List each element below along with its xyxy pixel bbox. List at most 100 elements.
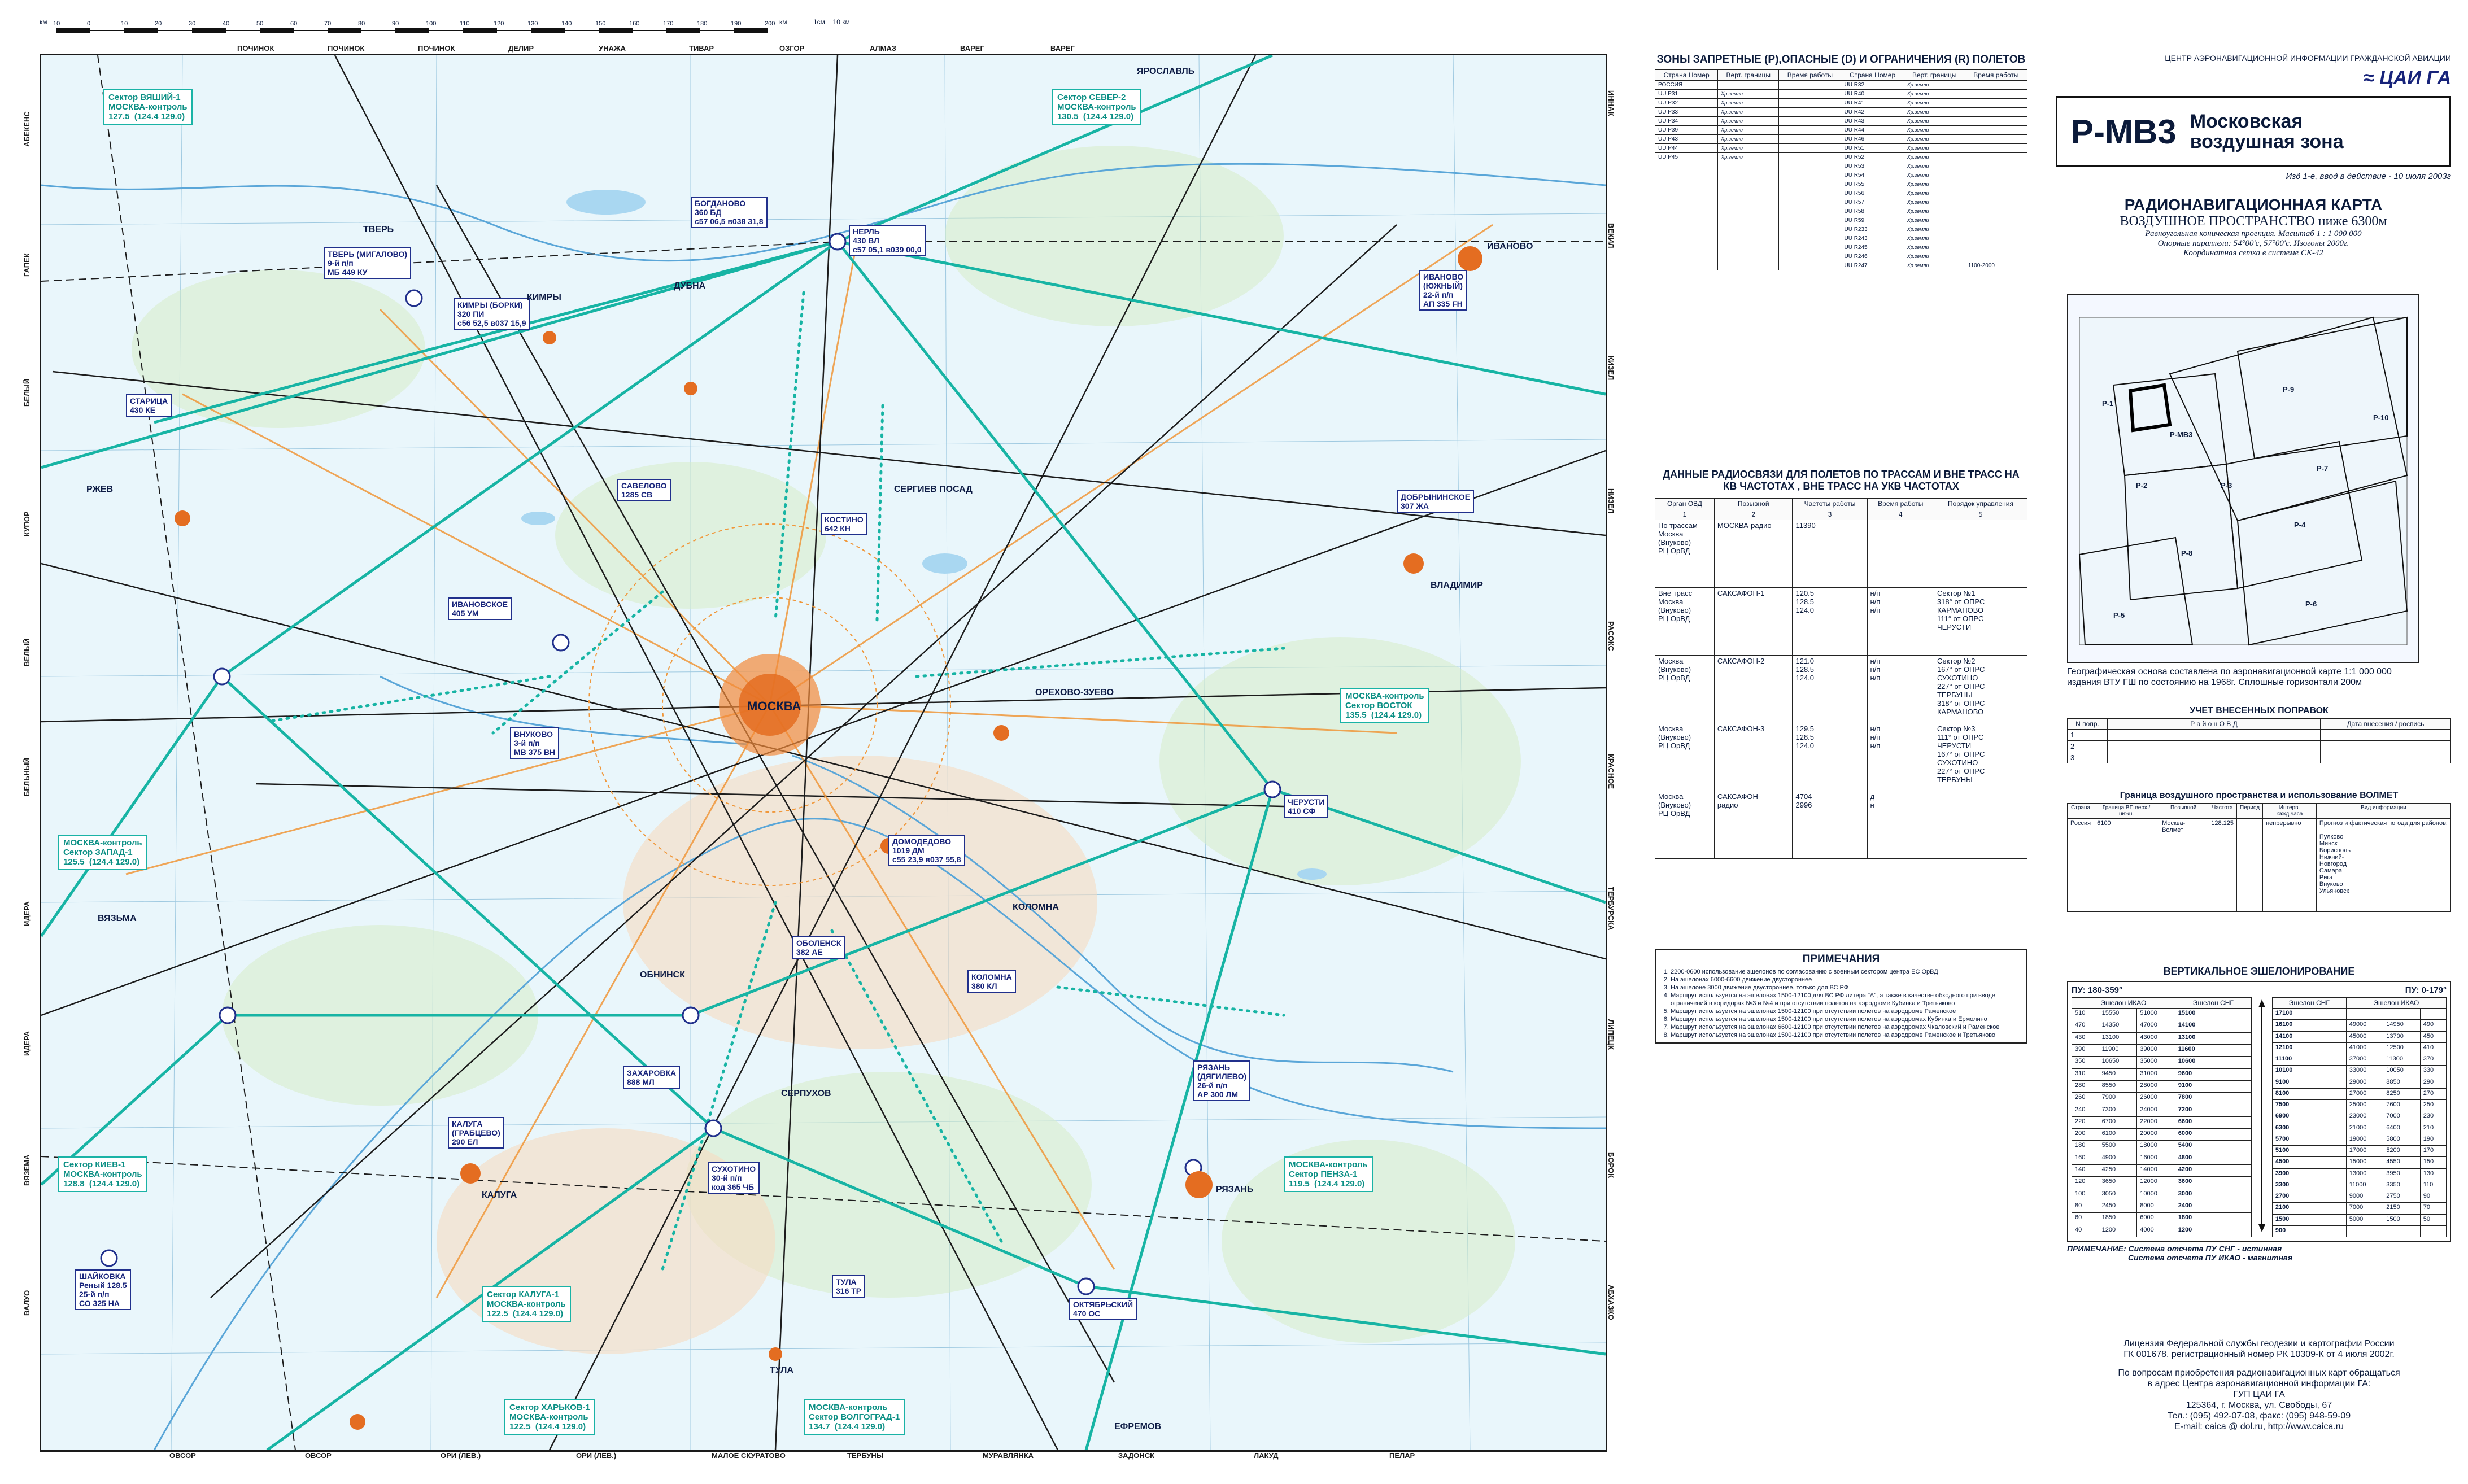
zone-time xyxy=(1778,261,1842,270)
zone-time xyxy=(1964,89,2028,99)
level-cell: 900 xyxy=(2271,1225,2347,1238)
radio-col-number: 5 xyxy=(1933,509,2028,520)
org-email[interactable]: E-mail: caica @ dol.ru, http://www.caica… xyxy=(2067,1421,2451,1432)
edge-label: БЕЛЫЙ xyxy=(23,378,31,407)
level-cell: 430 xyxy=(2072,1032,2099,1045)
navaid-label-nerl[interactable]: НЕРЛЬ 430 ВЛ с57 05,1 в039 00,0 xyxy=(849,225,926,256)
note-item: На эшелонах 6000-6600 движение двусторон… xyxy=(1671,976,2023,984)
radio-header: Порядок управления xyxy=(1933,498,2028,509)
level-row: 180 5500 18000 5400 xyxy=(2072,1140,2252,1153)
level-cell: 6700 xyxy=(2098,1116,2138,1129)
level-row: 900 xyxy=(2271,1225,2447,1238)
level-cell: 35000 xyxy=(2136,1056,2175,1069)
freq-box-moskva-kiev[interactable]: Сектор КИЕВ-1 МОСКВА-контроль 128.8 (124… xyxy=(58,1156,147,1192)
freq-box-moskva-north[interactable]: Сектор СЕВЕР-2 МОСКВА-контроль 130.5 (12… xyxy=(1052,89,1141,125)
scale-tick-label: 130 xyxy=(527,20,538,27)
zones-row: UU P34 Хр.земли UU R43 Хр.земли xyxy=(1654,116,2028,126)
freq-box-moskva-south[interactable]: МОСКВА-контроль Сектор ПЕНЗА-1 119.5 (12… xyxy=(1284,1156,1373,1192)
navaid-label-kaluga[interactable]: КАЛУГА (ГРАБЦЕВО) 290 ЕЛ xyxy=(448,1117,504,1149)
navaid-label-obolensk[interactable]: ОБОЛЕНСК 382 АЕ xyxy=(792,936,845,959)
edge-label: ТЕРБУРСКА xyxy=(1607,887,1615,931)
geo-basis-note: Географическая основа составлена по аэро… xyxy=(2067,667,2392,687)
navaid-label-savelovo[interactable]: САВЕЛОВО 1285 СВ xyxy=(617,479,671,501)
level-cell: 5500 xyxy=(2098,1140,2138,1153)
freq-box-moskva-kharkov[interactable]: Сектор ХАРЬКОВ-1 МОСКВА-контроль 122.5 (… xyxy=(504,1399,595,1435)
edge-label: КРАСНОЕ xyxy=(1607,754,1615,789)
navaid-label-tula[interactable]: ТУЛА 316 ТР xyxy=(832,1275,866,1298)
radio-cell-order: Сектор №2 167° от ОПРС СУХОТИНО 227° от … xyxy=(1933,655,2028,723)
navaid-label-staritsa[interactable]: СТАРИЦА 430 КЕ xyxy=(126,394,172,417)
zone-id xyxy=(1654,189,1719,198)
level-cell: 31000 xyxy=(2136,1068,2175,1081)
chart-title-5: Координатная сетка в системе СК-42 xyxy=(2183,248,2323,257)
level-row: 60 1850 6000 1800 xyxy=(2072,1212,2252,1225)
zones-row: РОССИЯ UU R32 Хр.земли xyxy=(1654,80,2028,90)
navaid-label-dobryninskoe[interactable]: ДОБРЫНИНСКОЕ 307 ЖА xyxy=(1397,490,1475,513)
radio-cell-freq: 120.5 128.5 124.0 xyxy=(1792,587,1868,656)
level-row: 200 6100 20000 6000 xyxy=(2072,1128,2252,1141)
freq-box-moskva-volgograd[interactable]: МОСКВА-контроль Сектор ВОЛГОГРАД-1 134.7… xyxy=(804,1399,905,1435)
edge-label: НИЗЕЛ xyxy=(1607,488,1615,514)
navaid-label-shaikovka[interactable]: ШАЙКОВКА Реный 128.5 25-й п/п СО 325 НА xyxy=(75,1269,131,1310)
radionav-map[interactable]: БОГДАНОВО 360 БД с57 06,5 в038 31,8 НЕРЛ… xyxy=(40,54,1607,1452)
license-line-1: Лицензия Федеральной службы геодезии и к… xyxy=(2123,1339,2395,1348)
index-map[interactable]: Р-1 Р-9 Р-МВ3 Р-2 Р-3 Р-4 Р-7 Р-8 Р-5 Р-… xyxy=(2067,294,2419,663)
level-cell: 20000 xyxy=(2136,1128,2175,1141)
levels-title: ВЕРТИКАЛЬНОЕ ЭШЕЛОНИРОВАНИЕ xyxy=(2163,966,2355,977)
navaid-label-ivanovo[interactable]: ИВАНОВО (ЮЖНЫЙ) 22-й п/п АП 335 FH xyxy=(1419,270,1468,311)
zone-id xyxy=(1654,180,1719,189)
edge-label: ВЯЗЕМА xyxy=(23,1154,31,1186)
radio-row: По трассам Москва (Внуково) РЦ ОрВД МОСКВ… xyxy=(1655,520,2028,588)
zone-time xyxy=(1964,116,2028,126)
level-row: 100 3050 10000 3000 xyxy=(2072,1188,2252,1202)
level-cell: 6000 xyxy=(2136,1212,2175,1225)
zone-id: UU R246 xyxy=(1841,252,1904,261)
navaid-label-vnukovo[interactable]: ВНУКОВО 3-й п/п МВ 375 ВН xyxy=(510,727,560,759)
level-cell: 110 xyxy=(2419,1179,2447,1192)
zones-header: Время работы xyxy=(1778,69,1842,81)
zone-limit: Хр.земли xyxy=(1717,143,1780,153)
navaid-label-kolomna[interactable]: КОЛОМНА 380 КЛ xyxy=(967,970,1016,993)
level-cell xyxy=(2345,1007,2384,1020)
navaid-label-ivanovskoe[interactable]: ИВАНОВСКОЕ 405 УМ xyxy=(448,597,512,620)
navaid-label-boldanovo[interactable]: БОГДАНОВО 360 БД с57 06,5 в038 31,8 xyxy=(691,197,768,228)
navaid-label-domodedovo[interactable]: ДОМОДЕДОВО 1019 ДМ с55 23,9 в037 55,8 xyxy=(888,835,965,866)
navaid-label-sukhotino[interactable]: СУХОТИНО 30-й п/п код 365 ЧБ xyxy=(708,1162,760,1194)
level-row: 6900 23000 7000 230 xyxy=(2271,1111,2447,1123)
level-cell: 12000 xyxy=(2136,1176,2175,1189)
zone-limit: Хр.земли xyxy=(1903,107,1965,117)
zone-limit: Хр.земли xyxy=(1903,180,1965,189)
amendments-section: УЧЕТ ВНЕСЕННЫХ ПОПРАВОК N попр. Р а й о н… xyxy=(2067,706,2451,763)
levels-section: ВЕРТИКАЛЬНОЕ ЭШЕЛОНИРОВАНИЕ ПУ: 180-359°… xyxy=(2067,966,2451,1262)
freq-box-moskva-east[interactable]: МОСКВА-контроль Сектор ВОСТОК 135.5 (124… xyxy=(1340,688,1429,723)
navaid-label-cherusti[interactable]: ЧЕРУСТИ 410 СФ xyxy=(1284,795,1329,818)
level-row: 140 4250 14000 4200 xyxy=(2072,1164,2252,1177)
city-label: КОЛОМНА xyxy=(1013,902,1059,912)
level-cell: 13100 xyxy=(2098,1032,2138,1045)
navaid-label-zakharovka[interactable]: ЗАХАРОВКА 888 МЛ xyxy=(623,1066,681,1089)
navaid-label-kimry[interactable]: КИМРЫ (БОРКИ) 320 ПИ с56 52,5 в037 15,9 xyxy=(454,298,530,330)
freq-box-moskva-west[interactable]: МОСКВА-контроль Сектор ЗАПАД-1 125.5 (12… xyxy=(58,835,147,870)
edge-label: ПОЧИНОК xyxy=(418,44,455,53)
level-cell: 5400 xyxy=(2174,1140,2252,1153)
volmet-call: Москва-Волмет xyxy=(2159,818,2209,912)
level-cell: 9100 xyxy=(2271,1076,2347,1089)
freq-box-tver-control[interactable]: Сектор ВЯШИЙ-1 МОСКВА-контроль 127.5 (12… xyxy=(103,89,193,125)
navaid-label-ryazan[interactable]: РЯЗАНЬ (ДЯГИЛЕВО) 26-й п/п АР 300 ЛМ xyxy=(1193,1060,1251,1101)
level-cell: 180 xyxy=(2072,1140,2099,1153)
navaid-label-oktyabrskiy[interactable]: ОКТЯБРЬСКИЙ 470 ОС xyxy=(1069,1298,1137,1320)
amend-number: 1 xyxy=(2067,729,2108,741)
amend-row: 3 xyxy=(2067,752,2451,763)
volmet-period xyxy=(2236,818,2264,912)
zone-id: UU P39 xyxy=(1654,125,1719,135)
level-cell: 1500 xyxy=(2271,1214,2347,1226)
level-cell: 3900 xyxy=(2271,1168,2347,1180)
navaid-label-tver[interactable]: ТВЕРЬ (МИГАЛОВО) 9-й п/п МБ 449 КУ xyxy=(324,247,412,279)
freq-box-moskva-kaluga[interactable]: Сектор КАЛУГА-1 МОСКВА-контроль 122.5 (1… xyxy=(482,1286,571,1322)
amend-header: Р а й о н О В Д xyxy=(2107,718,2321,730)
chart-title-4: Опорные параллели: 54°00'с, 57°00'с. Изо… xyxy=(2157,239,2349,248)
navaid-label-kostino[interactable]: КОСТИНО 642 КН xyxy=(821,513,867,535)
level-cell: 220 xyxy=(2072,1116,2099,1129)
zone-id: UU P32 xyxy=(1654,98,1719,108)
level-cell: 11600 xyxy=(2174,1044,2252,1057)
